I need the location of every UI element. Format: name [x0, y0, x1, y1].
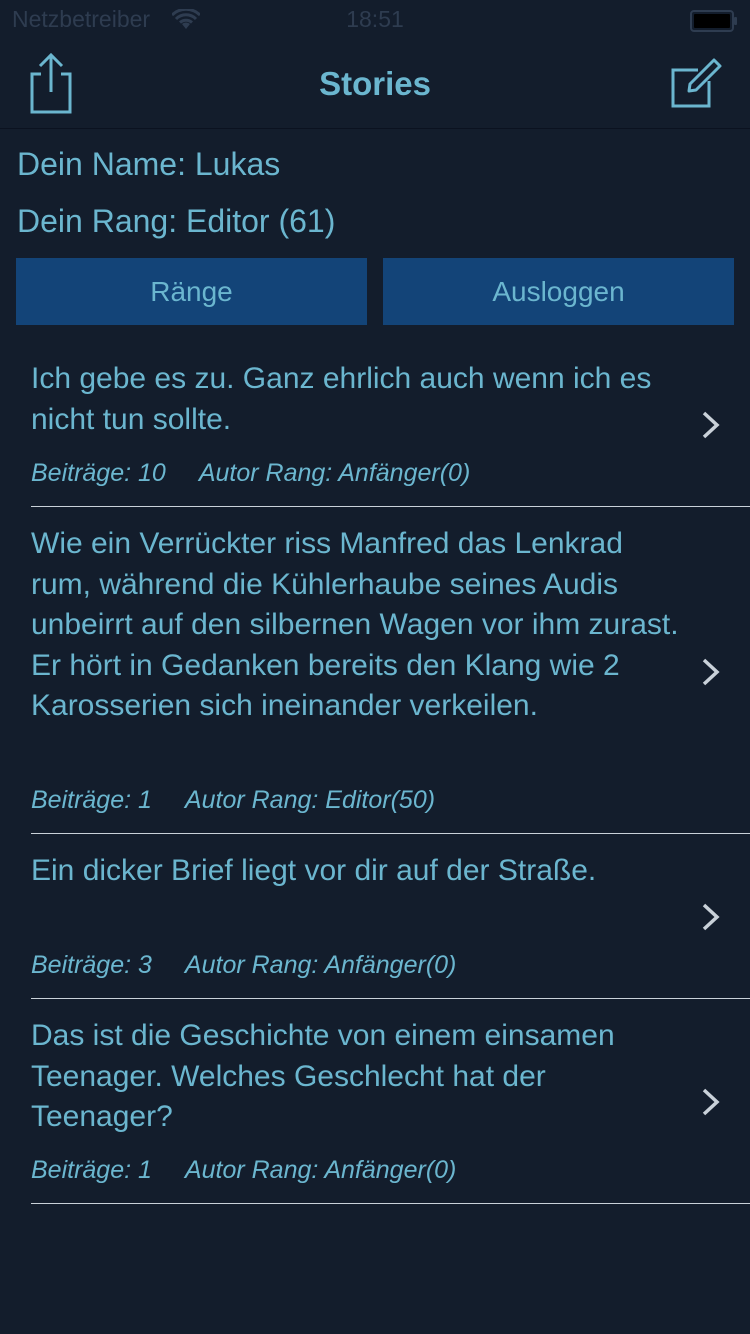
chevron-right-icon: [702, 903, 720, 931]
story-row[interactable]: Ich gebe es zu. Ganz ehrlich auch wenn i…: [0, 342, 750, 507]
story-text: Ich gebe es zu. Ganz ehrlich auch wenn i…: [31, 362, 652, 436]
compose-button[interactable]: [668, 56, 724, 112]
stories-screen: Netzbetreiber 18:51 Stories Dein Name: L…: [0, 0, 750, 1334]
story-posts: Beiträge: 1: [31, 1156, 152, 1184]
story-row[interactable]: Wie ein Verrückter riss Manfred das Lenk…: [0, 507, 750, 834]
story-meta: Beiträge: 10 Autor Rang: Anfänger(0): [31, 459, 470, 488]
chevron-right-icon: [702, 1088, 720, 1116]
story-text: Das ist die Geschichte von einem einsame…: [31, 1019, 615, 1133]
story-posts: Beiträge: 3: [31, 951, 152, 979]
logout-button[interactable]: Ausloggen: [383, 258, 734, 325]
story-meta: Beiträge: 3 Autor Rang: Anfänger(0): [31, 951, 456, 980]
compose-icon: [671, 58, 722, 108]
story-row[interactable]: Ein dicker Brief liegt vor dir auf der S…: [0, 834, 750, 999]
story-author-rank: Autor Rang: Anfänger(0): [184, 951, 457, 979]
story-text: Wie ein Verrückter riss Manfred das Lenk…: [31, 527, 679, 722]
story-author-rank: Autor Rang: Editor(50): [184, 786, 436, 814]
profile-rank: Dein Rang: Editor (61): [17, 203, 336, 239]
battery-icon: [690, 10, 737, 32]
story-list: Ich gebe es zu. Ganz ehrlich auch wenn i…: [0, 342, 750, 1204]
story-text: Ein dicker Brief liegt vor dir auf der S…: [31, 854, 597, 887]
story-meta: Beiträge: 1 Autor Rang: Anfänger(0): [31, 1156, 456, 1185]
row-separator: [31, 1203, 750, 1204]
chevron-right-icon: [702, 658, 720, 686]
story-posts: Beiträge: 1: [31, 786, 152, 814]
ranks-button[interactable]: Ränge: [16, 258, 367, 325]
status-bar: Netzbetreiber 18:51: [0, 0, 750, 40]
story-row[interactable]: Das ist die Geschichte von einem einsame…: [0, 999, 750, 1204]
profile-name: Dein Name: Lukas: [17, 146, 281, 182]
story-posts: Beiträge: 10: [31, 459, 166, 487]
story-author-rank: Autor Rang: Anfänger(0): [198, 459, 471, 487]
navigation-bar: Stories: [0, 40, 750, 129]
chevron-right-icon: [702, 411, 720, 439]
status-time: 18:51: [346, 6, 404, 32]
story-meta: Beiträge: 1 Autor Rang: Editor(50): [31, 786, 435, 815]
page-title: Stories: [319, 65, 431, 102]
story-author-rank: Autor Rang: Anfänger(0): [184, 1156, 457, 1184]
